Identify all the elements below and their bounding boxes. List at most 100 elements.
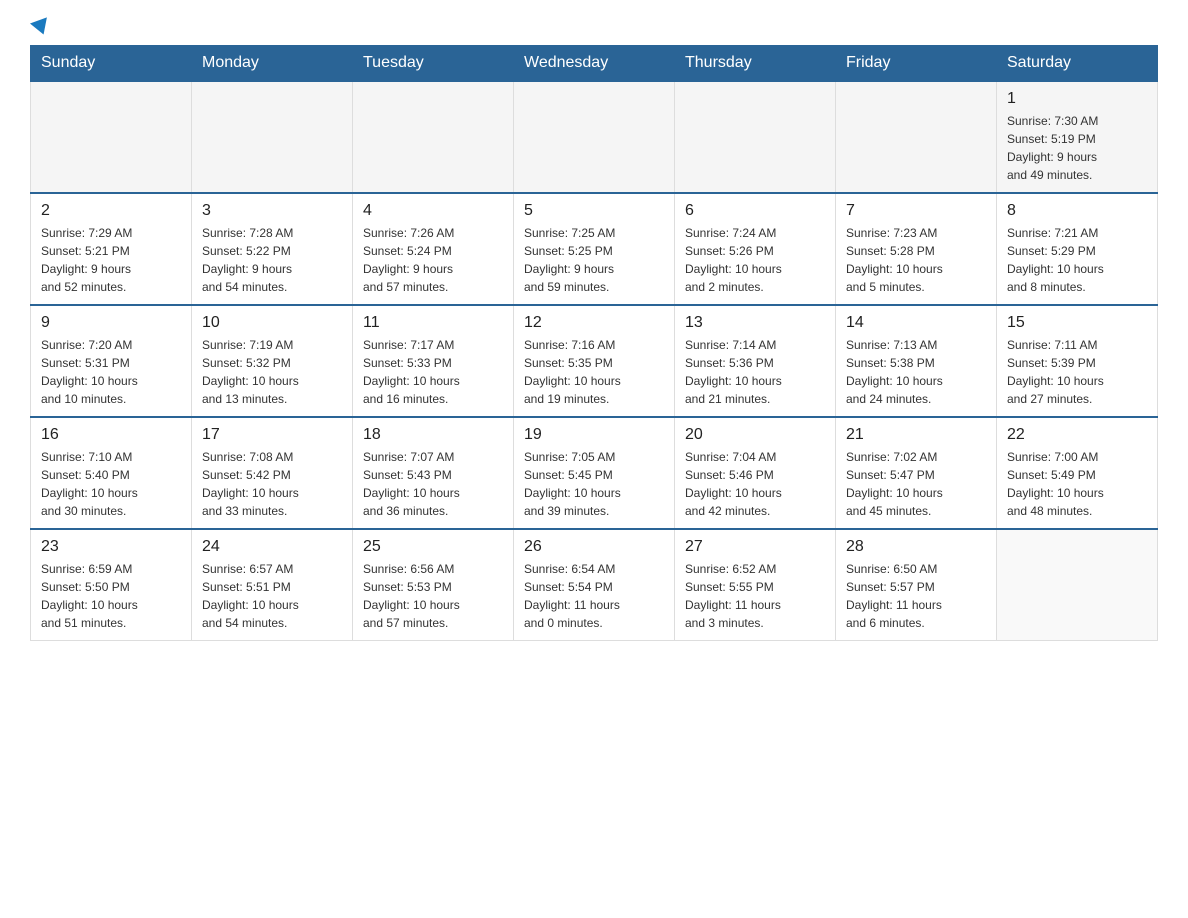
- day-info: Sunrise: 7:08 AM Sunset: 5:42 PM Dayligh…: [202, 448, 342, 520]
- calendar-cell: 21Sunrise: 7:02 AM Sunset: 5:47 PM Dayli…: [836, 417, 997, 529]
- day-number: 7: [846, 202, 986, 220]
- calendar-cell: 27 Sunrise: 6:52 AM Sunset: 5:55 PM Dayli…: [675, 529, 836, 641]
- col-header-saturday: Saturday: [997, 46, 1158, 82]
- calendar-cell: 25 Sunrise: 6:56 AM Sunset: 5:53 PM Dayli…: [353, 529, 514, 641]
- day-info: Sunrise: 7:17 AM Sunset: 5:33 PM Dayligh…: [363, 336, 503, 408]
- day-info: Sunrise: 7:07 AM Sunset: 5:43 PM Dayligh…: [363, 448, 503, 520]
- day-number: 9: [41, 314, 181, 332]
- day-number: 14: [846, 314, 986, 332]
- calendar-cell: 18 Sunrise: 7:07 AM Sunset: 5:43 PM Dayli…: [353, 417, 514, 529]
- calendar-cell: [192, 81, 353, 193]
- logo: [30, 20, 50, 35]
- day-number: 27: [685, 538, 825, 556]
- day-info: Sunrise: 6:50 AM Sunset: 5:57 PM Dayligh…: [846, 560, 986, 632]
- day-number: 28: [846, 538, 986, 556]
- calendar-cell: 7 Sunrise: 7:23 AM Sunset: 5:28 PM Daylig…: [836, 193, 997, 305]
- day-info: Sunrise: 7:26 AM Sunset: 5:24 PM Dayligh…: [363, 224, 503, 296]
- calendar-cell: 23 Sunrise: 6:59 AM Sunset: 5:50 PM Dayli…: [31, 529, 192, 641]
- day-number: 8: [1007, 202, 1147, 220]
- calendar-table: SundayMondayTuesdayWednesdayThursdayFrid…: [30, 45, 1158, 641]
- day-info: Sunrise: 7:28 AM Sunset: 5:22 PM Dayligh…: [202, 224, 342, 296]
- calendar-cell: 5 Sunrise: 7:25 AM Sunset: 5:25 PM Daylig…: [514, 193, 675, 305]
- page-header: [30, 20, 1158, 35]
- day-info: Sunrise: 7:30 AM Sunset: 5:19 PM Dayligh…: [1007, 112, 1147, 184]
- day-info: Sunrise: 7:10 AM Sunset: 5:40 PM Dayligh…: [41, 448, 181, 520]
- week-row-4: 16 Sunrise: 7:10 AM Sunset: 5:40 PM Dayli…: [31, 417, 1158, 529]
- day-number: 23: [41, 538, 181, 556]
- week-row-3: 9 Sunrise: 7:20 AM Sunset: 5:31 PM Daylig…: [31, 305, 1158, 417]
- week-row-2: 2 Sunrise: 7:29 AM Sunset: 5:21 PM Daylig…: [31, 193, 1158, 305]
- day-number: 12: [524, 314, 664, 332]
- day-number: 22: [1007, 426, 1147, 444]
- day-number: 26: [524, 538, 664, 556]
- logo-arrow-icon: [30, 17, 52, 37]
- calendar-cell: 15 Sunrise: 7:11 AM Sunset: 5:39 PM Dayli…: [997, 305, 1158, 417]
- calendar-cell: 20Sunrise: 7:04 AM Sunset: 5:46 PM Dayli…: [675, 417, 836, 529]
- calendar-cell: 4 Sunrise: 7:26 AM Sunset: 5:24 PM Daylig…: [353, 193, 514, 305]
- day-number: 1: [1007, 90, 1147, 108]
- day-info: Sunrise: 7:04 AM Sunset: 5:46 PM Dayligh…: [685, 448, 825, 520]
- calendar-cell: 24 Sunrise: 6:57 AM Sunset: 5:51 PM Dayli…: [192, 529, 353, 641]
- calendar-cell: 16 Sunrise: 7:10 AM Sunset: 5:40 PM Dayli…: [31, 417, 192, 529]
- day-number: 25: [363, 538, 503, 556]
- day-number: 18: [363, 426, 503, 444]
- day-number: 2: [41, 202, 181, 220]
- calendar-cell: 19Sunrise: 7:05 AM Sunset: 5:45 PM Dayli…: [514, 417, 675, 529]
- logo-blue: [30, 20, 50, 35]
- day-info: Sunrise: 7:25 AM Sunset: 5:25 PM Dayligh…: [524, 224, 664, 296]
- calendar-cell: 28 Sunrise: 6:50 AM Sunset: 5:57 PM Dayli…: [836, 529, 997, 641]
- calendar-cell: 14Sunrise: 7:13 AM Sunset: 5:38 PM Dayli…: [836, 305, 997, 417]
- day-info: Sunrise: 6:59 AM Sunset: 5:50 PM Dayligh…: [41, 560, 181, 632]
- calendar-cell: 8 Sunrise: 7:21 AM Sunset: 5:29 PM Daylig…: [997, 193, 1158, 305]
- day-number: 24: [202, 538, 342, 556]
- day-number: 10: [202, 314, 342, 332]
- day-info: Sunrise: 6:52 AM Sunset: 5:55 PM Dayligh…: [685, 560, 825, 632]
- day-info: Sunrise: 7:02 AM Sunset: 5:47 PM Dayligh…: [846, 448, 986, 520]
- day-number: 4: [363, 202, 503, 220]
- calendar-cell: 6Sunrise: 7:24 AM Sunset: 5:26 PM Daylig…: [675, 193, 836, 305]
- calendar-cell: 12 Sunrise: 7:16 AM Sunset: 5:35 PM Dayli…: [514, 305, 675, 417]
- day-info: Sunrise: 7:21 AM Sunset: 5:29 PM Dayligh…: [1007, 224, 1147, 296]
- calendar-header-row: SundayMondayTuesdayWednesdayThursdayFrid…: [31, 46, 1158, 82]
- calendar-cell: 22 Sunrise: 7:00 AM Sunset: 5:49 PM Dayli…: [997, 417, 1158, 529]
- day-number: 13: [685, 314, 825, 332]
- day-info: Sunrise: 6:57 AM Sunset: 5:51 PM Dayligh…: [202, 560, 342, 632]
- calendar-cell: 1 Sunrise: 7:30 AM Sunset: 5:19 PM Daylig…: [997, 81, 1158, 193]
- day-number: 19: [524, 426, 664, 444]
- calendar-cell: 11 Sunrise: 7:17 AM Sunset: 5:33 PM Dayli…: [353, 305, 514, 417]
- day-info: Sunrise: 7:11 AM Sunset: 5:39 PM Dayligh…: [1007, 336, 1147, 408]
- day-info: Sunrise: 6:54 AM Sunset: 5:54 PM Dayligh…: [524, 560, 664, 632]
- calendar-cell: 2 Sunrise: 7:29 AM Sunset: 5:21 PM Daylig…: [31, 193, 192, 305]
- day-info: Sunrise: 7:29 AM Sunset: 5:21 PM Dayligh…: [41, 224, 181, 296]
- day-number: 15: [1007, 314, 1147, 332]
- calendar-cell: 10 Sunrise: 7:19 AM Sunset: 5:32 PM Dayli…: [192, 305, 353, 417]
- calendar-cell: 17Sunrise: 7:08 AM Sunset: 5:42 PM Dayli…: [192, 417, 353, 529]
- day-info: Sunrise: 7:19 AM Sunset: 5:32 PM Dayligh…: [202, 336, 342, 408]
- col-header-wednesday: Wednesday: [514, 46, 675, 82]
- calendar-cell: [997, 529, 1158, 641]
- calendar-cell: 13 Sunrise: 7:14 AM Sunset: 5:36 PM Dayli…: [675, 305, 836, 417]
- day-info: Sunrise: 7:00 AM Sunset: 5:49 PM Dayligh…: [1007, 448, 1147, 520]
- day-number: 11: [363, 314, 503, 332]
- col-header-monday: Monday: [192, 46, 353, 82]
- calendar-cell: [31, 81, 192, 193]
- col-header-friday: Friday: [836, 46, 997, 82]
- calendar-cell: [675, 81, 836, 193]
- day-number: 16: [41, 426, 181, 444]
- day-info: Sunrise: 7:16 AM Sunset: 5:35 PM Dayligh…: [524, 336, 664, 408]
- day-number: 5: [524, 202, 664, 220]
- day-info: Sunrise: 7:20 AM Sunset: 5:31 PM Dayligh…: [41, 336, 181, 408]
- calendar-cell: 26 Sunrise: 6:54 AM Sunset: 5:54 PM Dayli…: [514, 529, 675, 641]
- day-number: 6: [685, 202, 825, 220]
- day-info: Sunrise: 6:56 AM Sunset: 5:53 PM Dayligh…: [363, 560, 503, 632]
- day-number: 3: [202, 202, 342, 220]
- week-row-1: 1 Sunrise: 7:30 AM Sunset: 5:19 PM Daylig…: [31, 81, 1158, 193]
- day-info: Sunrise: 7:14 AM Sunset: 5:36 PM Dayligh…: [685, 336, 825, 408]
- calendar-cell: [514, 81, 675, 193]
- calendar-cell: [353, 81, 514, 193]
- col-header-thursday: Thursday: [675, 46, 836, 82]
- col-header-tuesday: Tuesday: [353, 46, 514, 82]
- calendar-cell: 3 Sunrise: 7:28 AM Sunset: 5:22 PM Daylig…: [192, 193, 353, 305]
- calendar-cell: 9 Sunrise: 7:20 AM Sunset: 5:31 PM Daylig…: [31, 305, 192, 417]
- day-info: Sunrise: 7:23 AM Sunset: 5:28 PM Dayligh…: [846, 224, 986, 296]
